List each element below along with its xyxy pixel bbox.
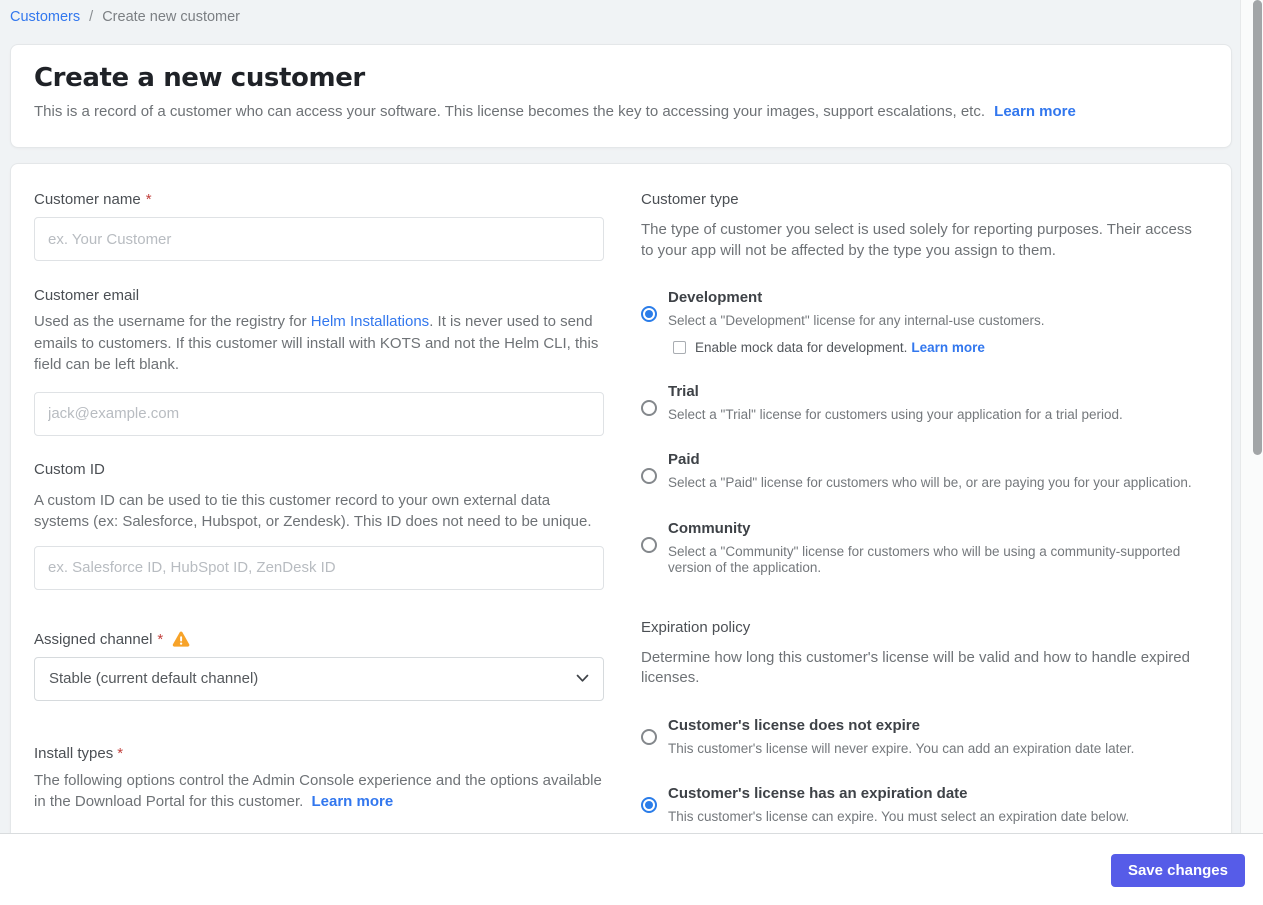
paid-radio[interactable] [641,468,657,484]
customer-email-label: Customer email [34,287,604,304]
page-description-text: This is a record of a customer who can a… [34,103,985,120]
assigned-channel-selected-value: Stable (current default channel) [49,670,259,687]
trial-radio[interactable] [641,399,657,416]
license-has-expiration-radio[interactable] [641,797,657,813]
footer-bar: Save changes [0,833,1263,905]
community-radio[interactable] [641,536,657,553]
expiration-option-has-date: Customer's license has an expiration dat… [641,785,1203,826]
trial-option-description: Select a "Trial" license for customers u… [668,406,1123,422]
warning-icon [172,631,190,647]
form-right-column: Customer type The type of customer you s… [641,164,1203,854]
customer-type-option-paid: Paid Select a "Paid" license for custome… [641,451,1203,492]
radio-column [641,717,668,758]
option-content: Development Select a "Development" licen… [668,289,1045,355]
option-content: Trial Select a "Trial" license for custo… [668,383,1123,424]
custom-id-label-text: Custom ID [34,460,105,478]
mock-data-checkbox-label: Enable mock data for development. [695,339,908,355]
custom-id-input[interactable] [34,545,604,590]
license-does-not-expire-radio[interactable] [641,728,657,745]
breadcrumb-separator: / [89,9,94,25]
create-customer-form-card: Customer name * Customer email Used as t… [10,163,1232,905]
option-content: Customer's license does not expire This … [668,717,1134,758]
customer-name-input[interactable] [34,217,604,261]
helm-installations-link[interactable]: Helm Installations [311,313,429,330]
page-title: Create a new customer [34,63,365,93]
customer-email-description: Used as the username for the registry fo… [34,311,604,376]
customer-type-option-community: Community Select a "Community" license f… [641,520,1203,577]
trial-option-title[interactable]: Trial [668,383,1123,400]
required-asterisk: * [145,191,152,208]
radio-column [641,785,668,826]
license-does-not-expire-description: This customer's license will never expir… [668,740,1135,756]
form-left-column: Customer name * Customer email Used as t… [34,164,604,813]
customer-name-label-text: Customer name [34,191,141,208]
custom-id-label: Custom ID [34,461,604,478]
license-has-expiration-title[interactable]: Customer's license has an expiration dat… [668,785,1129,802]
customer-email-label-text: Customer email [34,287,140,304]
mock-data-checkbox-row: Enable mock data for development. Learn … [673,340,1045,355]
development-option-description: Select a "Development" license for any i… [668,313,1045,328]
customer-type-option-trial: Trial Select a "Trial" license for custo… [641,383,1203,424]
radio-column [641,383,668,424]
customer-type-heading: Customer type [641,191,739,208]
mock-data-learn-more-link[interactable]: Learn more [911,340,985,355]
license-does-not-expire-title[interactable]: Customer's license does not expire [668,717,1134,734]
radio-column [641,520,668,577]
custom-id-description: A custom ID can be used to tie this cust… [34,491,592,531]
expiration-policy-options: Customer's license does not expire This … [641,717,1203,826]
customer-name-label: Customer name * [34,191,604,208]
option-content: Customer's license has an expiration dat… [668,785,1129,826]
radio-column [641,451,668,492]
option-content: Community Select a "Community" license f… [668,520,1203,577]
breadcrumb: Customers / Create new customer [10,9,240,25]
breadcrumb-customers-link[interactable]: Customers [10,9,80,25]
customer-type-description: The type of customer you select is used … [641,221,1192,259]
install-types-learn-more-link[interactable]: Learn more [311,793,393,810]
expiration-policy-heading: Expiration policy [641,618,751,636]
scrollbar-thumb[interactable] [1253,0,1262,455]
assigned-channel-select[interactable]: Stable (current default channel) [34,656,604,701]
customer-type-option-development: Development Select a "Development" licen… [641,289,1203,355]
community-option-title[interactable]: Community [668,520,1203,537]
install-types-label: Install types * [34,745,604,762]
required-asterisk: * [157,630,164,648]
customer-email-desc-text: Used as the username for the registry fo… [34,313,311,330]
expiration-option-no-expire: Customer's license does not expire This … [641,717,1203,758]
save-changes-button[interactable]: Save changes [1110,854,1245,887]
radio-column [641,289,668,355]
page-description: This is a record of a customer who can a… [34,103,1208,120]
development-option-title[interactable]: Development [668,289,1045,306]
mock-data-checkbox[interactable] [673,340,686,354]
breadcrumb-current: Create new customer [102,9,241,25]
option-content: Paid Select a "Paid" license for custome… [668,451,1192,492]
paid-option-description: Select a "Paid" license for customers wh… [668,475,1192,490]
assigned-channel-label-text: Assigned channel [34,630,153,648]
install-types-description: The following options control the Admin … [34,770,604,813]
customer-email-input[interactable] [34,391,604,436]
assigned-channel-label: Assigned channel * [34,631,604,648]
required-asterisk: * [117,744,124,762]
page-header-card: Create a new customer This is a record o… [10,44,1232,148]
customer-type-options: Development Select a "Development" licen… [641,289,1203,577]
header-learn-more-link[interactable]: Learn more [994,103,1076,120]
expiration-policy-description: Determine how long this customer's licen… [641,648,1190,687]
install-types-label-text: Install types [34,744,114,762]
community-option-description: Select a "Community" license for custome… [668,543,1181,576]
scrollbar-track[interactable] [1240,0,1263,833]
development-radio[interactable] [641,306,657,322]
license-has-expiration-description: This customer's license can expire. You … [668,809,1130,824]
paid-option-title[interactable]: Paid [668,451,1192,468]
chevron-down-icon [576,674,589,683]
